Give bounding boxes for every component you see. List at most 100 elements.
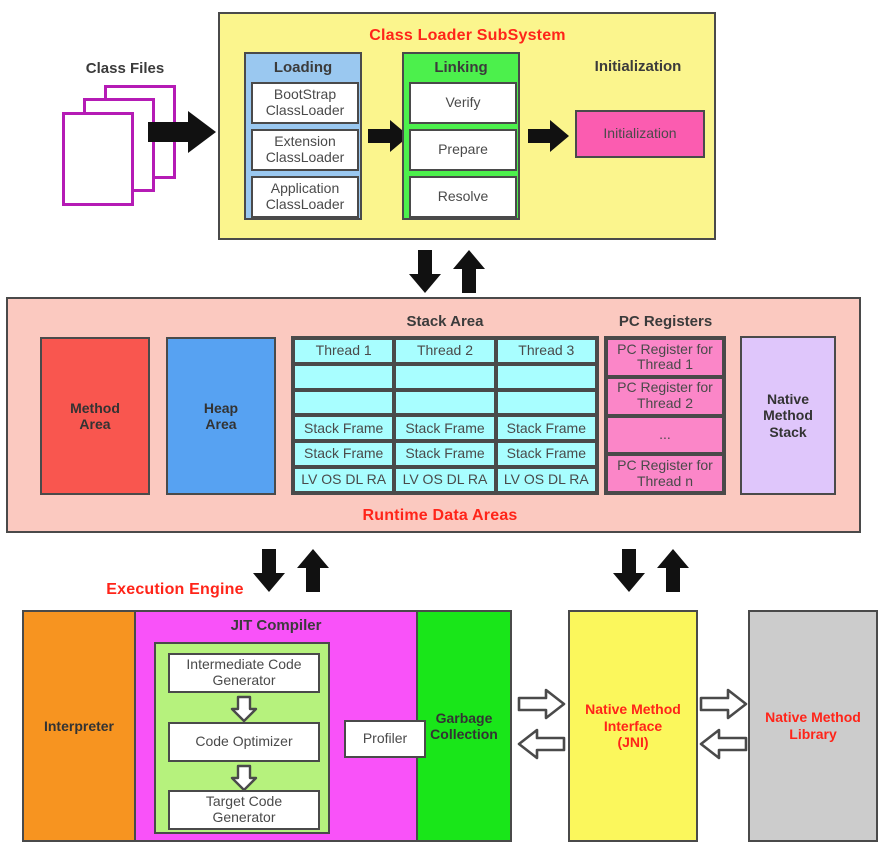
intermediate-code-generator-line2: Generator <box>212 672 276 688</box>
linking-header: Linking <box>404 54 518 80</box>
interpreter-label: Interpreter <box>43 717 115 734</box>
verify-box[interactable]: Verify <box>409 82 517 124</box>
pc-register-cell[interactable]: PC Register for Thread n <box>606 454 724 493</box>
stack-cell[interactable]: Stack Frame <box>394 441 496 468</box>
code-optimizer-label: Code Optimizer <box>195 733 293 750</box>
stack-cell[interactable]: Stack Frame <box>495 441 597 468</box>
intermediate-code-generator-box[interactable]: Intermediate Code Generator <box>168 653 320 693</box>
table-row <box>293 389 597 416</box>
jit-pipeline-box: Intermediate Code Generator Code Optimiz… <box>154 642 330 834</box>
stack-cell[interactable] <box>394 363 496 390</box>
pc-register-cell-line2: Thread 2 <box>636 395 694 412</box>
class-loader-subsystem-title: Class Loader SubSystem <box>240 24 695 48</box>
code-optimizer-box[interactable]: Code Optimizer <box>168 722 320 762</box>
native-method-library-box[interactable]: Native Method Library <box>748 610 878 842</box>
jni-line3: (JNI) <box>617 734 649 751</box>
target-code-generator-box[interactable]: Target Code Generator <box>168 790 320 830</box>
arrow-jni-to-gc-left <box>517 728 566 760</box>
arrow-classfiles-to-loader <box>148 108 218 156</box>
stack-cell[interactable] <box>394 389 496 416</box>
pc-register-cell-ellipsis[interactable]: ... <box>606 415 724 455</box>
pc-registers-header: PC Registers <box>603 310 728 332</box>
class-file-sheet-1 <box>62 112 134 206</box>
down-block-arrow-icon <box>230 764 258 792</box>
linking-header-text: Linking <box>434 58 488 76</box>
extension-classloader-line2: ClassLoader <box>265 149 345 165</box>
stack-cell[interactable] <box>495 389 597 416</box>
resolve-label: Resolve <box>437 188 489 205</box>
stack-cell[interactable] <box>293 389 395 416</box>
heap-area-line1: Heap <box>203 399 239 416</box>
stack-area-table: Thread 1 Thread 2 Thread 3 Stack Frame S… <box>291 336 599 495</box>
pc-register-cell[interactable]: PC Register for Thread 2 <box>606 376 724 416</box>
arrow-engine-to-runtime-up-right <box>656 549 690 593</box>
initialization-box[interactable]: Initialization <box>575 110 705 158</box>
stack-cell-text: Stack Frame <box>405 445 485 462</box>
jit-compiler-header-text: JIT Compiler <box>230 616 322 634</box>
stack-cell-text: Thread 3 <box>518 342 575 359</box>
initialization-header-text: Initialization <box>594 57 682 75</box>
loading-column: Loading BootStrap ClassLoader Extension … <box>244 52 362 220</box>
interpreter-box[interactable]: Interpreter <box>24 612 136 840</box>
stack-cell-text: LV OS DL RA <box>503 471 589 488</box>
heap-area-box[interactable]: Heap Area <box>166 337 276 495</box>
stack-cell[interactable]: Stack Frame <box>394 415 496 442</box>
stack-cell[interactable]: LV OS DL RA <box>293 467 395 493</box>
target-code-generator-line1: Target Code <box>205 793 283 810</box>
bootstrap-classloader-box[interactable]: BootStrap ClassLoader <box>251 82 359 124</box>
stack-cell[interactable]: Thread 1 <box>293 338 395 364</box>
bootstrap-classloader-line2: ClassLoader <box>265 102 345 118</box>
application-classloader-line2: ClassLoader <box>265 196 345 212</box>
garbage-collection-line1: Garbage <box>435 709 493 726</box>
jni-line1: Native Method <box>585 700 681 717</box>
extension-classloader-line1: Extension <box>274 133 336 150</box>
stack-cell-text: LV OS DL RA <box>301 471 387 488</box>
arrow-jni-to-nml-right <box>699 688 748 720</box>
extension-classloader-box[interactable]: Extension ClassLoader <box>251 129 359 171</box>
prepare-box[interactable]: Prepare <box>409 129 517 171</box>
stack-cell-text: Stack Frame <box>506 419 586 436</box>
stack-cell[interactable] <box>495 363 597 390</box>
stack-cell-text: Thread 2 <box>416 342 474 359</box>
method-area-line1: Method <box>70 399 120 416</box>
pc-register-cell-line1: PC Register for <box>617 456 713 473</box>
stack-cell[interactable]: Stack Frame <box>495 415 597 442</box>
method-area-box[interactable]: Method Area <box>40 337 150 495</box>
linking-column: Linking Verify Prepare Resolve <box>402 52 520 220</box>
runtime-data-areas-title-text: Runtime Data Areas <box>362 507 518 524</box>
stack-cell[interactable]: LV OS DL RA <box>394 467 496 493</box>
application-classloader-line1: Application <box>270 180 340 197</box>
jit-compiler-header: JIT Compiler <box>136 612 416 638</box>
resolve-box[interactable]: Resolve <box>409 176 517 218</box>
nml-line2: Library <box>789 726 837 742</box>
native-method-stack-line1: Native <box>766 391 810 408</box>
stack-cell[interactable]: LV OS DL RA <box>495 467 597 493</box>
pc-register-cell-line1: PC Register for <box>617 340 713 357</box>
class-loader-subsystem-title-text: Class Loader SubSystem <box>369 27 566 44</box>
pc-register-cell[interactable]: PC Register for Thread 1 <box>606 338 724 377</box>
stack-cell[interactable]: Thread 2 <box>394 338 496 364</box>
stack-cell-text: LV OS DL RA <box>402 471 488 488</box>
pc-registers-header-text: PC Registers <box>618 312 713 330</box>
verify-label: Verify <box>445 94 481 111</box>
prepare-label: Prepare <box>438 141 488 158</box>
native-method-interface-box[interactable]: Native Method Interface (JNI) <box>568 610 698 842</box>
garbage-collection-box[interactable]: Garbage Collection <box>418 612 510 840</box>
stack-cell-text: Stack Frame <box>506 445 586 462</box>
initialization-box-label: Initialization <box>603 125 677 142</box>
pc-register-ellipsis-text: ... <box>659 426 671 443</box>
class-files-label: Class Files <box>55 58 195 78</box>
application-classloader-box[interactable]: Application ClassLoader <box>251 176 359 218</box>
stack-cell[interactable]: Stack Frame <box>293 441 395 468</box>
initialization-header: Initialization <box>568 54 708 78</box>
profiler-box[interactable]: Profiler <box>344 720 426 758</box>
native-method-stack-box[interactable]: Native Method Stack <box>740 336 836 495</box>
stack-cell[interactable]: Stack Frame <box>293 415 395 442</box>
stack-cell[interactable]: Thread 3 <box>495 338 597 364</box>
arrow-engine-to-runtime-up-left <box>296 549 330 593</box>
pc-register-cell-line1: PC Register for <box>617 379 713 396</box>
execution-engine-title: Execution Engine <box>85 579 265 601</box>
table-row: Stack Frame Stack Frame Stack Frame <box>293 415 597 442</box>
stack-cell[interactable] <box>293 363 395 390</box>
arrow-runtime-to-engine-down-right <box>612 549 646 593</box>
